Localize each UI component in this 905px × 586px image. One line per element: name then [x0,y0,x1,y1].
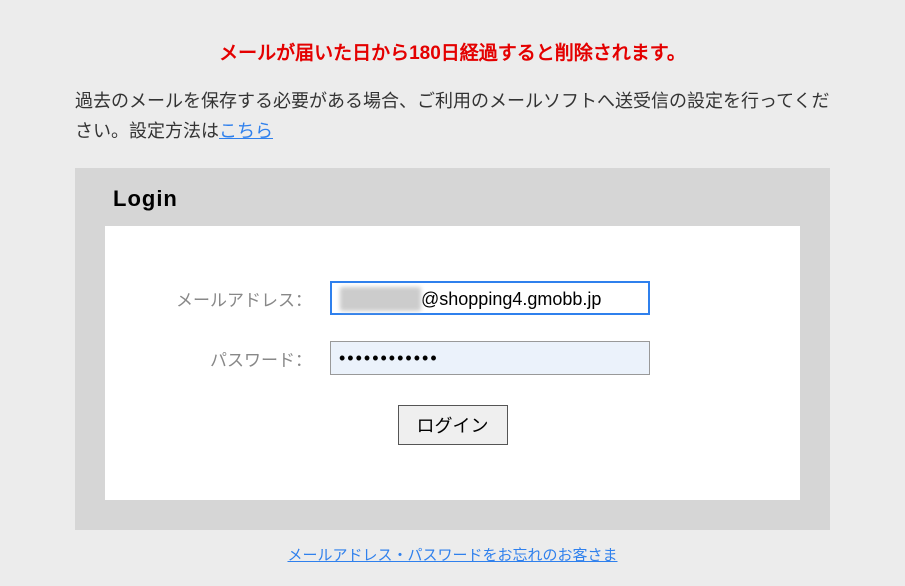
email-label: メールアドレス： [165,286,330,311]
info-body: 過去のメールを保存する必要がある場合、ご利用のメールソフトへ送受信の設定を行って… [75,91,830,141]
email-row: メールアドレス： xxxxxxxxx@shopping4.gmobb.jp [165,281,740,315]
info-text: 過去のメールを保存する必要がある場合、ご利用のメールソフトへ送受信の設定を行って… [75,87,830,146]
password-label: パスワード： [165,346,330,371]
login-title: Login [113,186,800,212]
login-panel: Login メールアドレス： xxxxxxxxx@shopping4.gmobb… [75,168,830,530]
password-row: パスワード： [165,341,740,375]
email-input[interactable]: xxxxxxxxx@shopping4.gmobb.jp [330,281,650,315]
forgot-link[interactable]: メールアドレス・パスワードをお忘れのお客さま [287,547,617,564]
password-input[interactable] [330,341,650,375]
login-button[interactable]: ログイン [398,405,508,445]
email-obscured-prefix: xxxxxxxxx [340,287,421,311]
warning-text: メールが届いた日から180日経過すると削除されます。 [75,38,830,65]
info-link[interactable]: こちら [219,121,273,141]
email-domain: @shopping4.gmobb.jp [421,289,601,309]
login-form: メールアドレス： xxxxxxxxx@shopping4.gmobb.jp パス… [105,226,800,500]
